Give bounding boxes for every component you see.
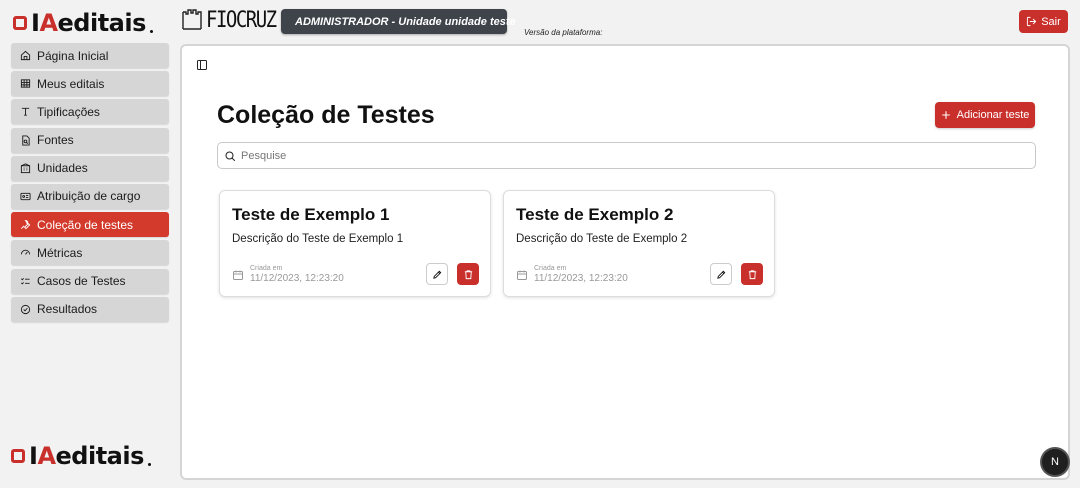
- sidebar-logo: IAeditais: [11, 442, 151, 470]
- sidebar-item-label: Métricas: [37, 245, 83, 260]
- sidebar-item-label: Unidades: [37, 161, 88, 176]
- type-icon: [21, 108, 30, 116]
- calendar-icon: [233, 270, 243, 280]
- edit-button[interactable]: [426, 263, 448, 285]
- logo-dot: [149, 29, 153, 33]
- delete-button[interactable]: [457, 263, 479, 285]
- card-description: Descrição do Teste de Exemplo 2: [516, 233, 688, 245]
- sidebar-item-tipificacoes[interactable]: Tipificações: [11, 99, 169, 125]
- sidebar-item-casos-de-testes[interactable]: Casos de Testes: [11, 268, 169, 294]
- pencil-icon: [432, 270, 441, 279]
- logo-mark-icon: [13, 16, 27, 30]
- list-checks-icon: [21, 277, 30, 284]
- sidebar-item-unidades[interactable]: Unidades: [11, 155, 169, 181]
- created-label: Criada em: [534, 265, 567, 272]
- sidebar-item-label: Tipificações: [37, 104, 100, 119]
- id-card-icon: [20, 192, 31, 201]
- building-icon: [20, 163, 31, 173]
- page-title: Coleção de Testes: [217, 101, 435, 129]
- pencil-icon: [716, 270, 725, 279]
- iaeditais-logo: IAeditais: [13, 9, 153, 37]
- test-card[interactable]: Teste de Exemplo 1 Descrição do Teste de …: [219, 190, 491, 297]
- sidebar-item-atribuicao-de-cargo[interactable]: Atribuição de cargo: [11, 183, 169, 209]
- calendar-icon: [517, 270, 527, 280]
- sidebar: Página Inicial Meus editais Tipificações Fo…: [11, 43, 169, 325]
- sidebar-item-fontes[interactable]: Fontes: [11, 127, 169, 153]
- add-test-label: Adicionar teste: [956, 109, 1030, 121]
- created-label: Criada em: [250, 265, 283, 272]
- home-icon: [20, 50, 31, 61]
- platform-version: Versão da plataforma:: [524, 28, 603, 37]
- add-test-button[interactable]: Adicionar teste: [935, 102, 1035, 128]
- card-description: Descrição do Teste de Exemplo 1: [232, 233, 404, 245]
- sidebar-toggle-icon[interactable]: [196, 59, 208, 71]
- sidebar-item-label: Meus editais: [37, 76, 105, 91]
- logout-button[interactable]: Sair: [1019, 10, 1068, 33]
- sidebar-item-label: Atribuição de cargo: [37, 189, 141, 204]
- trash-icon: [464, 269, 472, 279]
- sidebar-item-meus-editais[interactable]: Meus editais: [11, 71, 169, 97]
- plus-icon: [941, 111, 950, 119]
- main-panel: Coleção de Testes Adicionar teste Teste …: [180, 44, 1070, 480]
- test-card[interactable]: Teste de Exemplo 2 Descrição do Teste de …: [503, 190, 775, 297]
- logo-dot: [147, 462, 151, 466]
- logo-text: IAeditais: [29, 442, 144, 470]
- sidebar-item-label: Fontes: [37, 133, 74, 148]
- sidebar-item-resultados[interactable]: Resultados: [11, 296, 169, 322]
- card-title: Teste de Exemplo 2: [516, 205, 674, 224]
- logout-icon: [1027, 16, 1037, 27]
- admin-unit-badge[interactable]: ADMINISTRADOR - Unidade unidade teste: [281, 9, 516, 34]
- castle-icon: [182, 9, 202, 30]
- file-search-icon: [22, 135, 30, 146]
- sidebar-item-label: Página Inicial: [37, 48, 109, 63]
- sidebar-item-pagina-inicial[interactable]: Página Inicial: [11, 43, 169, 68]
- delete-button[interactable]: [741, 263, 763, 285]
- partner-name: FIOCRUZ: [206, 7, 277, 33]
- card-created-meta: Criada em 11/12/2023, 12:23:20: [516, 265, 628, 284]
- fiocruz-logo: FIOCRUZ: [181, 7, 277, 33]
- dev-indicator-badge[interactable]: N: [1042, 449, 1068, 475]
- card-title: Teste de Exemplo 1: [232, 205, 390, 224]
- wrench-icon: [21, 220, 31, 230]
- sidebar-item-colecao-de-testes[interactable]: Coleção de testes: [11, 212, 169, 238]
- sidebar-item-label: Coleção de testes: [37, 217, 134, 232]
- sidebar-item-label: Resultados: [37, 302, 98, 317]
- check-circle-icon: [20, 304, 31, 314]
- search-input[interactable]: [241, 149, 1035, 162]
- logo-mark-icon: [11, 449, 25, 463]
- created-date: 11/12/2023, 12:23:20: [250, 273, 344, 284]
- logo-text: IAeditais: [31, 9, 146, 37]
- created-date: 11/12/2023, 12:23:20: [534, 273, 628, 284]
- logout-label: Sair: [1041, 15, 1061, 28]
- sidebar-item-label: Casos de Testes: [37, 274, 126, 288]
- sidebar-item-metricas[interactable]: Métricas: [11, 240, 169, 266]
- gauge-icon: [20, 250, 31, 255]
- search-bar: [217, 142, 1036, 169]
- trash-icon: [748, 269, 756, 279]
- search-icon: [225, 151, 235, 161]
- top-bar: IAeditais FIOCRUZ ADMINISTRADOR - Unidad…: [0, 0, 1080, 44]
- table-icon: [20, 79, 31, 88]
- card-created-meta: Criada em 11/12/2023, 12:23:20: [232, 265, 344, 284]
- edit-button[interactable]: [710, 263, 732, 285]
- admin-label: ADMINISTRADOR - Unidade unidade teste: [295, 15, 516, 28]
